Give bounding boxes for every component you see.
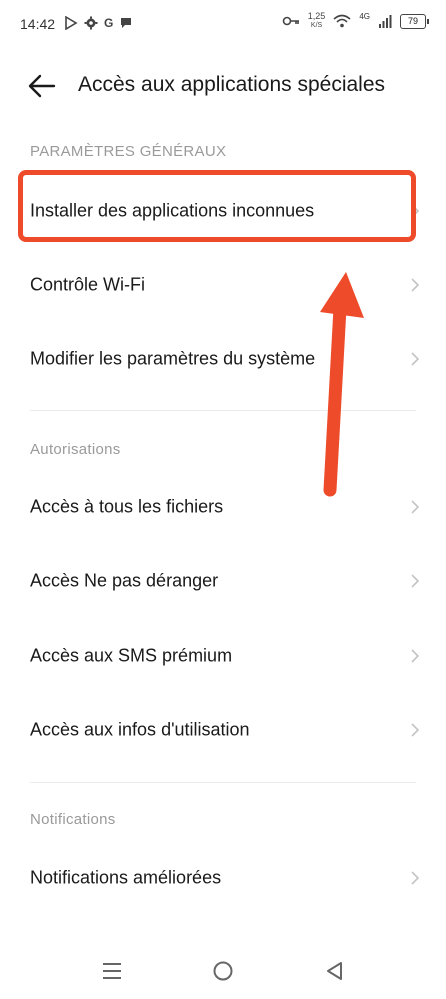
chevron-right-icon — [411, 352, 420, 366]
row-enhanced-notifications[interactable]: Notifications améliorées — [0, 844, 446, 912]
row-label: Accès à tous les fichiers — [30, 496, 224, 517]
section-label-notifications: Notifications — [30, 811, 116, 828]
play-store-icon — [65, 16, 78, 30]
row-label: Accès Ne pas déranger — [30, 570, 219, 591]
row-usage-access[interactable]: Accès aux infos d'utilisation — [0, 696, 446, 764]
highlight-box — [18, 170, 416, 242]
wifi-icon — [333, 14, 351, 28]
chevron-right-icon — [411, 723, 420, 737]
back-triangle-icon[interactable] — [321, 958, 347, 984]
row-label: Accès aux infos d'utilisation — [30, 719, 250, 740]
back-button[interactable] — [24, 68, 60, 104]
battery-icon: 79 — [400, 13, 429, 29]
page-title: Accès aux applications spéciales — [78, 73, 386, 96]
annotation-arrow-icon — [320, 272, 364, 497]
row-do-not-disturb-access[interactable]: Accès Ne pas déranger — [0, 547, 446, 615]
network-speed: 1,25 K/S — [308, 12, 326, 30]
row-label: Notifications améliorées — [30, 867, 222, 888]
chat-bubble-icon — [121, 18, 132, 28]
section-divider — [30, 782, 416, 783]
chevron-right-icon — [411, 574, 420, 588]
signal-icon — [379, 15, 392, 28]
network-speed-unit: K/S — [310, 22, 323, 29]
app-header: Accès aux applications spéciales — [0, 58, 446, 114]
section-label-permissions: Autorisations — [30, 441, 121, 458]
navigation-bar — [0, 944, 446, 996]
network-type: 4G — [359, 12, 370, 21]
home-circle-icon[interactable] — [210, 958, 236, 984]
vpn-key-icon — [282, 16, 299, 26]
row-label: Modifier les paramètres du système — [30, 348, 316, 369]
settings-gear-icon — [84, 16, 98, 30]
row-label: Contrôle Wi-Fi — [30, 274, 146, 295]
network-speed-value: 1,25 — [307, 11, 326, 21]
row-premium-sms-access[interactable]: Accès aux SMS prémium — [0, 622, 446, 690]
status-left-icons: G — [64, 14, 133, 32]
menu-icon[interactable] — [99, 958, 125, 984]
status-time: 14:42 — [20, 16, 56, 32]
google-g-icon: G — [104, 16, 114, 30]
chevron-right-icon — [411, 871, 420, 885]
arrow-left-icon — [28, 74, 56, 98]
section-label-general: PARAMÈTRES GÉNÉRAUX — [30, 143, 227, 160]
status-bar: 14:42 G 1,25 K/S 4G 79 — [0, 0, 446, 52]
chevron-right-icon — [411, 649, 420, 663]
chevron-right-icon — [411, 278, 420, 292]
chevron-right-icon — [411, 500, 420, 514]
status-right-icons: 1,25 K/S 4G 79 — [282, 12, 429, 30]
row-label: Accès aux SMS prémium — [30, 645, 233, 666]
